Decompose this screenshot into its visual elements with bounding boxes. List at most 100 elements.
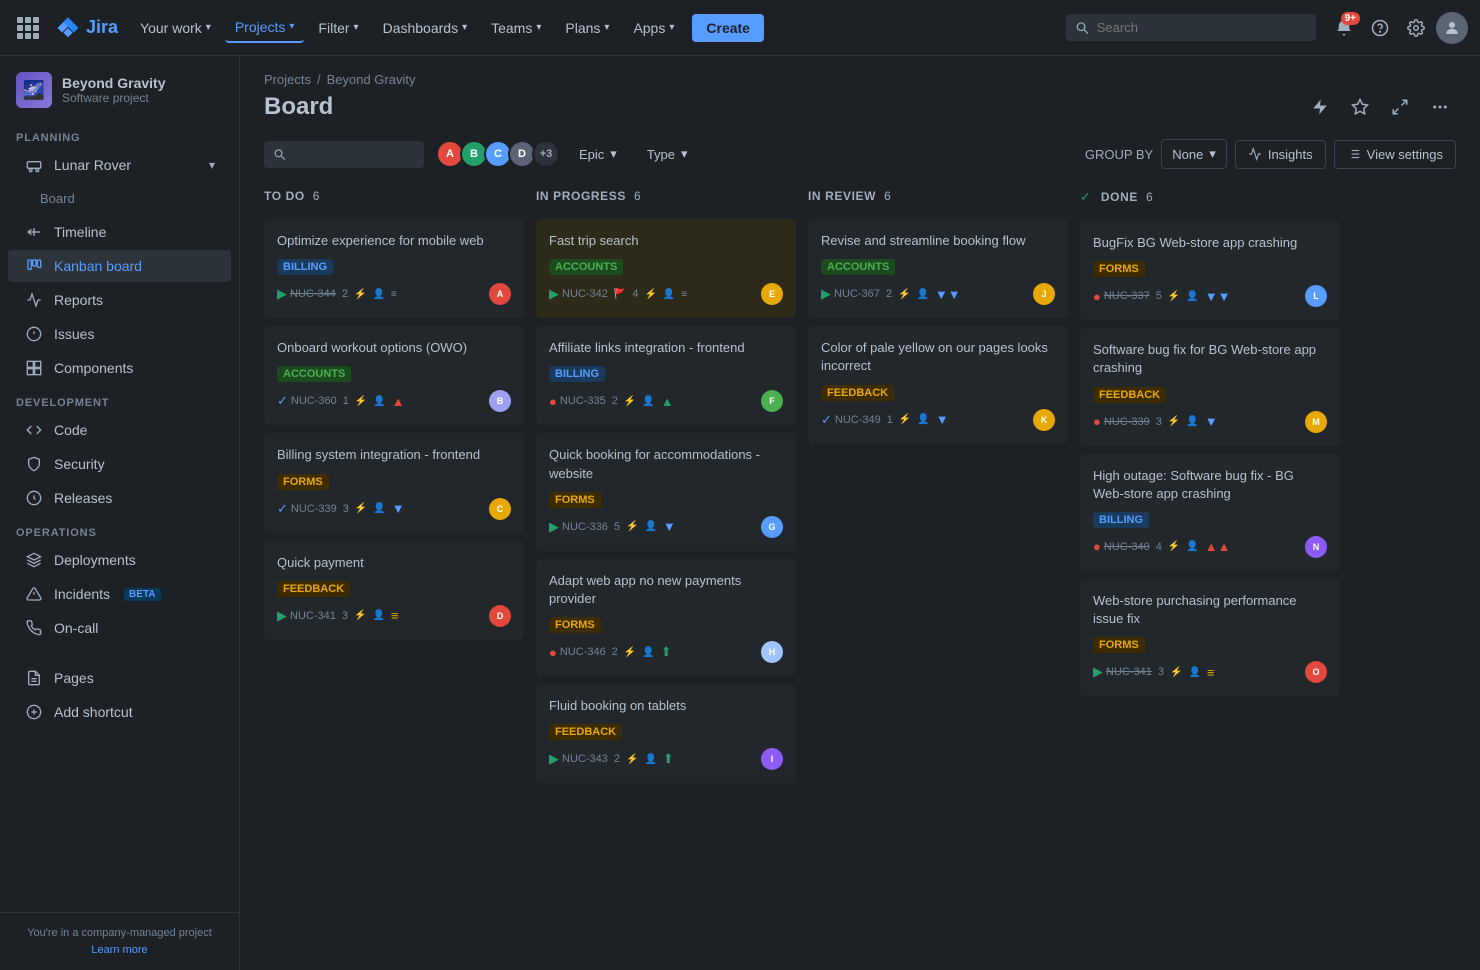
card-nuc-342[interactable]: Fast trip search ACCOUNTS ▶ NUC-342 🚩 4 … — [536, 219, 796, 318]
nav-yourwork[interactable]: Your work ▾ — [130, 14, 221, 42]
notification-badge: 9+ — [1341, 12, 1360, 25]
inprogress-title: IN PROGRESS — [536, 189, 626, 203]
nav-projects[interactable]: Projects ▾ — [225, 13, 305, 43]
beta-badge: BETA — [124, 588, 160, 601]
create-button[interactable]: Create — [692, 14, 764, 42]
sidebar-item-timeline[interactable]: Timeline — [8, 216, 231, 248]
search-input[interactable] — [1097, 20, 1306, 35]
todo-count: 6 — [313, 189, 320, 203]
card-nuc-341-todo-tag: FEEDBACK — [277, 581, 350, 597]
user-avatar[interactable] — [1436, 12, 1468, 44]
epic-caret: ▾ — [610, 146, 617, 162]
breadcrumb-project-name[interactable]: Beyond Gravity — [327, 72, 416, 87]
card-nuc-346-avatar: H — [761, 641, 783, 663]
star-icon[interactable] — [1344, 91, 1376, 123]
card-nuc-344[interactable]: Optimize experience for mobile web BILLI… — [264, 219, 524, 318]
sidebar-item-security[interactable]: Security — [8, 448, 231, 480]
sidebar-item-components[interactable]: Components — [8, 352, 231, 384]
card-nuc-339-id: NUC-339 — [291, 503, 337, 515]
card-nuc-344-title: Optimize experience for mobile web — [277, 232, 511, 250]
settings-button[interactable] — [1400, 12, 1432, 44]
lightning-icon[interactable] — [1304, 91, 1336, 123]
priority-icon: ≡ — [391, 608, 399, 623]
card-nuc-336-title: Quick booking for accommodations - websi… — [549, 446, 783, 482]
priority-icon: ▲ — [392, 394, 405, 409]
card-nuc-343[interactable]: Fluid booking on tablets FEEDBACK ▶ NUC-… — [536, 684, 796, 783]
card-nuc-349[interactable]: Color of pale yellow on our pages looks … — [808, 326, 1068, 443]
notifications-button[interactable]: 9+ — [1328, 12, 1360, 44]
nav-teams[interactable]: Teams ▾ — [481, 14, 551, 42]
card-nuc-349-title: Color of pale yellow on our pages looks … — [821, 339, 1055, 375]
breadcrumb-projects[interactable]: Projects — [264, 72, 311, 87]
sidebar-project[interactable]: 🌌 Beyond Gravity Software project — [0, 56, 239, 120]
sidebar-item-add-shortcut[interactable]: Add shortcut — [8, 696, 231, 728]
card-nuc-340[interactable]: High outage: Software bug fix - BG Web-s… — [1080, 454, 1340, 571]
card-nuc-336-id: NUC-336 — [562, 521, 608, 533]
card-nuc-344-tag: BILLING — [277, 259, 333, 275]
sidebar-item-kanban[interactable]: Kanban board — [8, 250, 231, 282]
card-nuc-335[interactable]: Affiliate links integration - frontend B… — [536, 326, 796, 425]
done-check-icon: ✓ — [1080, 189, 1091, 205]
sidebar-item-code[interactable]: Code — [8, 414, 231, 446]
breadcrumb: Projects / Beyond Gravity — [264, 72, 1456, 87]
board-search-bar[interactable] — [264, 141, 424, 168]
sidebar-item-deployments[interactable]: Deployments — [8, 544, 231, 576]
column-inreview-header: IN REVIEW 6 — [808, 185, 1068, 211]
board-columns: TO DO 6 Optimize experience for mobile w… — [240, 177, 1480, 970]
sidebar-item-reports[interactable]: Reports — [8, 284, 231, 316]
incidents-icon — [24, 586, 44, 602]
view-settings-button[interactable]: View settings — [1334, 140, 1456, 169]
pages-icon — [24, 670, 44, 686]
nav-filter[interactable]: Filter ▾ — [308, 14, 368, 42]
epic-filter-label: Epic — [579, 147, 604, 162]
issues-label: Issues — [54, 326, 94, 342]
components-icon — [24, 360, 44, 376]
type-filter-button[interactable]: Type ▾ — [636, 139, 699, 169]
card-nuc-341-todo[interactable]: Quick payment FEEDBACK ▶ NUC-341 3 ⚡ 👤 ≡… — [264, 541, 524, 640]
inreview-count: 6 — [884, 189, 891, 203]
column-done-header: ✓ DONE 6 — [1080, 185, 1340, 213]
jira-logo[interactable]: Jira — [48, 16, 126, 40]
card-nuc-341-done[interactable]: Web-store purchasing performance issue f… — [1080, 579, 1340, 696]
card-nuc-339[interactable]: Billing system integration - frontend FO… — [264, 433, 524, 532]
sidebar-item-board-sub[interactable]: Board — [8, 183, 231, 214]
search-icon — [1076, 21, 1089, 35]
card-nuc-340-avatar: N — [1305, 536, 1327, 558]
card-nuc-336[interactable]: Quick booking for accommodations - websi… — [536, 433, 796, 550]
operations-section-label: OPERATIONS — [0, 515, 239, 543]
nav-apps[interactable]: Apps ▾ — [623, 14, 684, 42]
insights-button[interactable]: Insights — [1235, 140, 1326, 169]
group-by-caret: ▾ — [1209, 146, 1216, 162]
plans-caret: ▾ — [604, 22, 609, 33]
card-nuc-339-done[interactable]: Software bug fix for BG Web-store app cr… — [1080, 328, 1340, 445]
board-search-icon — [274, 148, 285, 161]
learn-more-link[interactable]: Learn more — [91, 944, 147, 956]
card-nuc-367[interactable]: Revise and streamline booking flow ACCOU… — [808, 219, 1068, 318]
card-nuc-337-avatar: L — [1305, 285, 1327, 307]
nav-plans[interactable]: Plans ▾ — [555, 14, 619, 42]
grid-menu-icon[interactable] — [12, 12, 44, 44]
sidebar-item-issues[interactable]: Issues — [8, 318, 231, 350]
search-bar[interactable] — [1066, 14, 1316, 41]
nav-dashboards[interactable]: Dashboards ▾ — [373, 14, 478, 42]
card-nuc-337[interactable]: BugFix BG Web-store app crashing FORMS ●… — [1080, 221, 1340, 320]
card-nuc-346[interactable]: Adapt web app no new payments provider F… — [536, 559, 796, 676]
board-search-input[interactable] — [291, 147, 414, 162]
sidebar-item-incidents[interactable]: Incidents BETA — [8, 578, 231, 610]
more-options-icon[interactable] — [1424, 91, 1456, 123]
type-caret: ▾ — [681, 146, 688, 162]
sidebar-item-oncall[interactable]: On-call — [8, 612, 231, 644]
group-by-dropdown[interactable]: None ▾ — [1161, 139, 1227, 169]
card-nuc-349-id: NUC-349 — [835, 414, 881, 426]
help-button[interactable] — [1364, 12, 1396, 44]
sidebar-item-lunar-rover[interactable]: Lunar Rover ▾ — [8, 149, 231, 181]
board-title-actions — [1304, 91, 1456, 123]
sidebar-item-pages[interactable]: Pages — [8, 662, 231, 694]
components-label: Components — [54, 360, 133, 376]
sidebar-item-releases[interactable]: Releases — [8, 482, 231, 514]
fullscreen-icon[interactable] — [1384, 91, 1416, 123]
epic-filter-button[interactable]: Epic ▾ — [568, 139, 628, 169]
card-nuc-360[interactable]: Onboard workout options (OWO) ACCOUNTS ✓… — [264, 326, 524, 425]
lunar-rover-caret: ▾ — [209, 158, 215, 172]
avatar-more[interactable]: +3 — [532, 140, 560, 168]
